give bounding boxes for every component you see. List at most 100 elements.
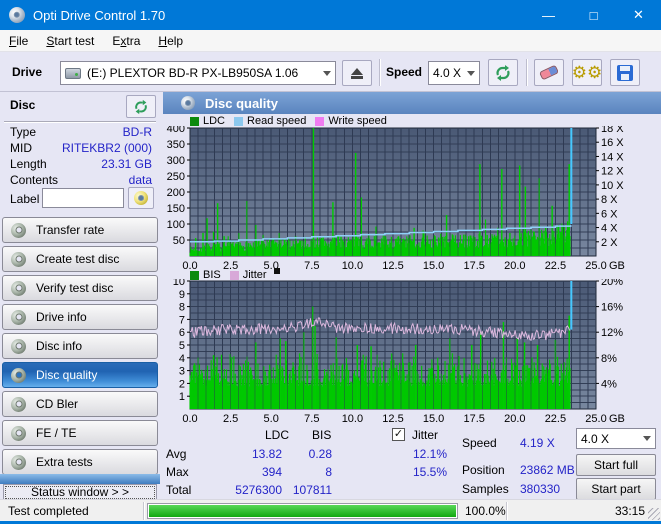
sidebar-item-disc-quality[interactable]: Disc quality: [2, 362, 158, 388]
bis-column-header: BIS: [312, 428, 332, 442]
max-bis-value: 8: [325, 465, 332, 479]
svg-text:GB: GB: [609, 260, 625, 272]
svg-text:9: 9: [179, 289, 185, 301]
menu-bar: File Start test Extra Help: [0, 30, 661, 52]
svg-text:10.0: 10.0: [342, 260, 363, 272]
save-icon: [617, 64, 633, 81]
eject-button[interactable]: [342, 60, 372, 86]
menu-extra[interactable]: Extra: [103, 32, 149, 50]
svg-text:50: 50: [173, 235, 185, 247]
disc-icon: [11, 222, 26, 238]
svg-text:100: 100: [167, 219, 185, 231]
total-ldc-value: 5276300: [235, 483, 282, 497]
sidebar-item-verify-test-disc[interactable]: Verify test disc: [2, 275, 158, 301]
disc-contents-value: data: [128, 173, 152, 187]
sidebar-item-drive-info[interactable]: Drive info: [2, 304, 158, 330]
chevron-down-icon: [323, 70, 331, 76]
svg-text:14 X: 14 X: [601, 151, 624, 163]
svg-text:16%: 16%: [601, 302, 623, 314]
sidebar-item-create-test-disc[interactable]: Create test disc: [2, 246, 158, 272]
disc-mid-label: MID: [10, 141, 32, 155]
speed-stat-label: Speed: [462, 436, 497, 450]
app-disc-icon: [9, 7, 25, 23]
svg-text:8%: 8%: [601, 353, 617, 365]
svg-text:22.5: 22.5: [545, 260, 566, 272]
drive-label: Drive: [12, 65, 43, 79]
speed-select[interactable]: 4.0 X: [428, 61, 480, 85]
statusbar-separator: [506, 502, 507, 520]
menu-file[interactable]: File: [0, 32, 37, 50]
svg-text:17.5: 17.5: [463, 260, 484, 272]
sidebar-item-cd-bler[interactable]: CD Bler: [2, 391, 158, 417]
start-part-button[interactable]: Start part: [576, 478, 656, 500]
sidebar-item-transfer-rate[interactable]: Transfer rate: [2, 217, 158, 243]
svg-text:20%: 20%: [601, 279, 623, 288]
write-speed-legend-swatch: [315, 116, 325, 126]
disc-refresh-button[interactable]: [126, 95, 156, 118]
svg-text:4 X: 4 X: [601, 223, 618, 235]
save-button[interactable]: [610, 59, 640, 86]
svg-text:15.0: 15.0: [423, 260, 444, 272]
max-row-label: Max: [166, 465, 189, 479]
svg-text:20.0: 20.0: [504, 413, 525, 425]
sidebar-accent-strip: [0, 474, 160, 484]
svg-text:16 X: 16 X: [601, 137, 624, 149]
svg-text:7: 7: [179, 314, 185, 326]
disc-icon: [11, 425, 26, 441]
menu-help[interactable]: Help: [149, 32, 192, 50]
maximize-button[interactable]: □: [571, 0, 616, 30]
menu-start-test[interactable]: Start test: [37, 32, 103, 50]
position-stat-label: Position: [462, 463, 505, 477]
disc-label-input[interactable]: [42, 188, 124, 208]
svg-text:0.0: 0.0: [182, 413, 197, 425]
chevron-down-icon: [643, 436, 651, 441]
svg-text:GB: GB: [609, 413, 625, 425]
sidebar-item-fe-te[interactable]: FE / TE: [2, 420, 158, 446]
avg-bis-value: 0.28: [308, 447, 332, 461]
settings-button[interactable]: ⚙⚙: [572, 59, 602, 86]
minimize-button[interactable]: —: [526, 0, 571, 30]
refresh-icon: [496, 64, 510, 81]
toolbar-separator: [526, 59, 527, 86]
disc-type-value: BD-R: [122, 125, 152, 139]
sidebar-item-disc-info[interactable]: Disc info: [2, 333, 158, 359]
ldc-legend-swatch: [190, 116, 199, 126]
samples-stat-value: 380330: [520, 482, 561, 496]
disc-icon: [11, 251, 26, 267]
svg-text:25.0: 25.0: [585, 260, 606, 272]
drive-select-value: (E:) PLEXTOR BD-R PX-LB950SA 1.06: [87, 66, 299, 80]
disc-label-label: Label: [10, 192, 40, 206]
resize-grip[interactable]: [648, 508, 660, 520]
max-jitter-value: 15.5%: [412, 465, 447, 479]
drive-select[interactable]: (E:) PLEXTOR BD-R PX-LB950SA 1.06: [60, 61, 336, 85]
erase-disc-button[interactable]: [534, 59, 564, 86]
progress-bar: [147, 503, 458, 519]
start-full-button[interactable]: Start full: [576, 454, 656, 476]
title-bar: Opti Drive Control 1.70 — □ ✕: [0, 0, 661, 30]
svg-text:200: 200: [167, 187, 185, 199]
total-bis-value: 107811: [292, 483, 332, 497]
refresh-button[interactable]: [488, 59, 518, 86]
chevron-down-icon: [467, 70, 475, 76]
toolbar-separator: [379, 59, 380, 86]
disc-label-button[interactable]: [128, 187, 154, 209]
sidebar: Disc Type BD-R MID RITEKBR2 (000) Length…: [0, 92, 160, 501]
svg-text:5: 5: [179, 340, 185, 352]
app-window: Opti Drive Control 1.70 — □ ✕ File Start…: [0, 0, 661, 524]
close-button[interactable]: ✕: [616, 0, 661, 30]
eraser-icon: [538, 64, 560, 81]
svg-text:18 X: 18 X: [601, 126, 624, 135]
read-speed-legend-swatch: [234, 116, 244, 126]
jitter-checkbox[interactable]: ✓: [392, 428, 405, 441]
test-speed-select[interactable]: 4.0 X: [576, 428, 656, 449]
disc-contents-label: Contents: [10, 173, 59, 187]
max-ldc-value: 394: [261, 465, 282, 479]
svg-text:7.5: 7.5: [304, 260, 319, 272]
svg-text:20.0: 20.0: [504, 260, 525, 272]
speed-stat-value: 4.19 X: [520, 436, 555, 450]
refresh-icon: [135, 99, 147, 114]
svg-text:10.0: 10.0: [342, 413, 363, 425]
disc-quality-panel: Disc quality LDC Read speed Write speed …: [160, 92, 661, 500]
sidebar-item-extra-tests[interactable]: Extra tests: [2, 449, 158, 475]
svg-text:400: 400: [167, 126, 185, 135]
